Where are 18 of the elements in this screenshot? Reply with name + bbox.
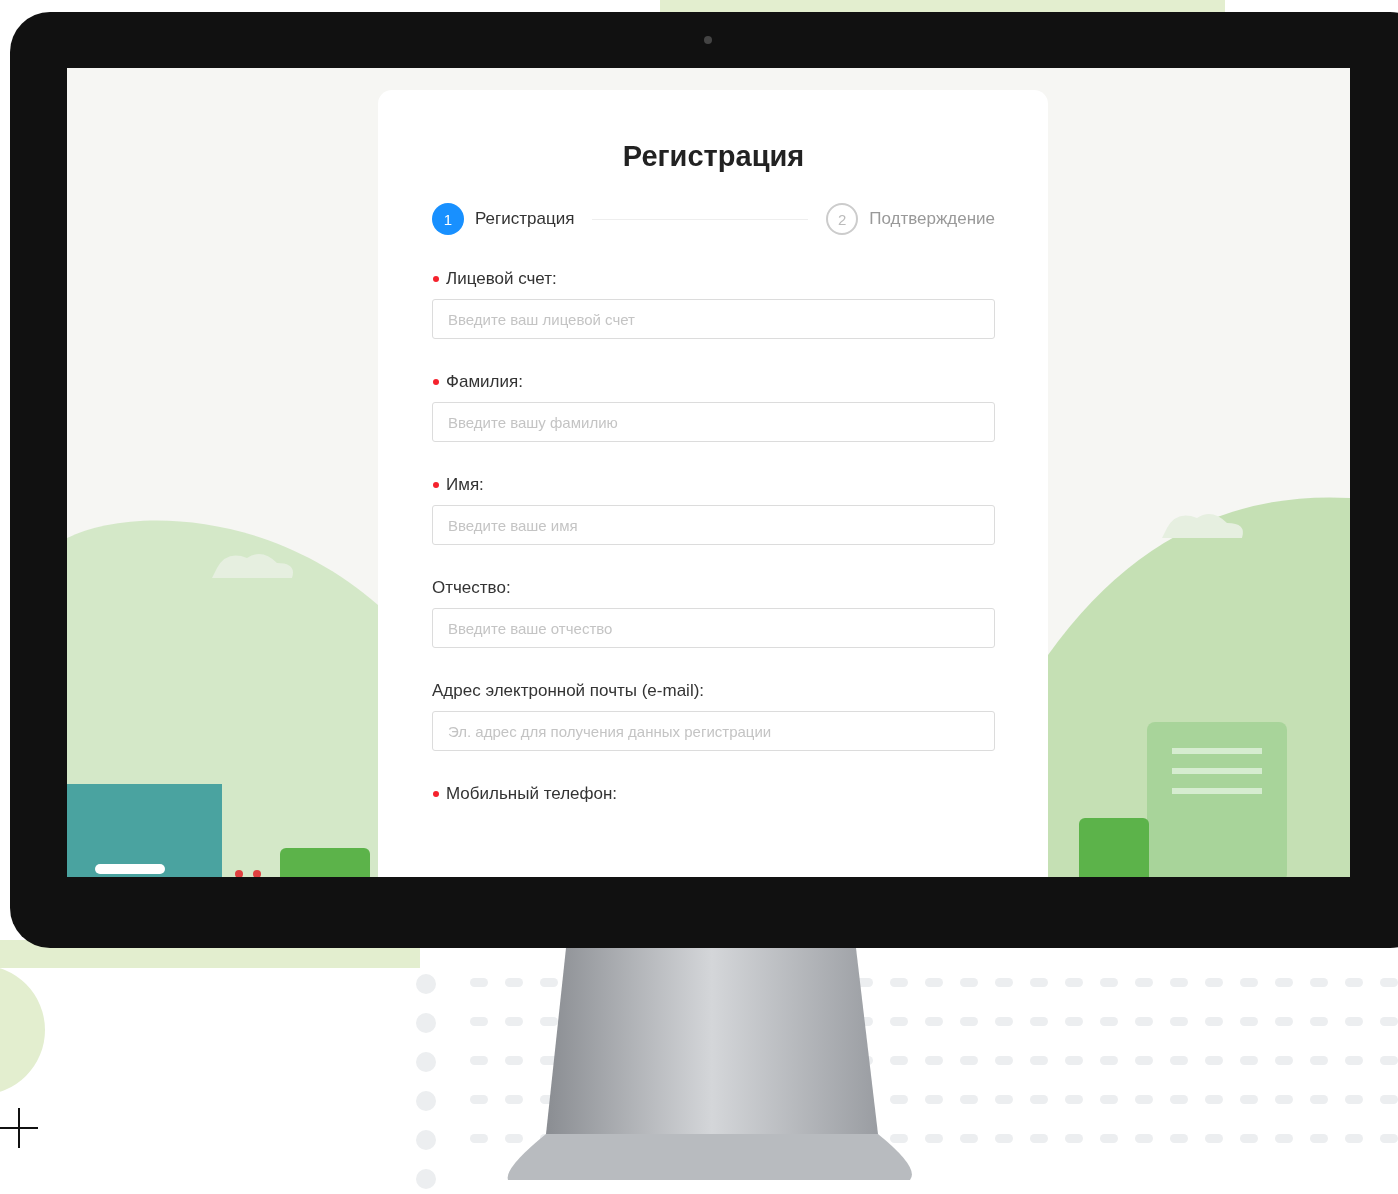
field-label: Фамилия: xyxy=(446,372,523,392)
field-label: Лицевой счет: xyxy=(446,269,557,289)
field-label: Адрес электронной почты (e-mail): xyxy=(432,681,705,701)
plus-icon xyxy=(0,1107,39,1149)
input-field[interactable]: Введите вашу фамилию xyxy=(432,402,995,442)
input-field[interactable]: Введите ваше имя xyxy=(432,505,995,545)
step-number: 2 xyxy=(826,203,859,235)
input-field[interactable]: Введите ваш лицевой счет xyxy=(432,299,995,339)
step-label: Подтверждение xyxy=(869,209,995,229)
input-field[interactable]: Введите ваше отчество xyxy=(432,608,995,648)
step-label: Регистрация xyxy=(475,209,575,229)
form-title: Регистрация xyxy=(621,140,806,173)
input-field[interactable]: Эл. адрес для получения данных регистрации xyxy=(432,711,995,751)
field-label: Имя: xyxy=(446,475,484,495)
camera-dot xyxy=(704,36,712,44)
field-label: Мобильный телефон: xyxy=(446,784,618,804)
step-number: 1 xyxy=(432,203,464,235)
field-label: Отчество: xyxy=(432,578,511,598)
